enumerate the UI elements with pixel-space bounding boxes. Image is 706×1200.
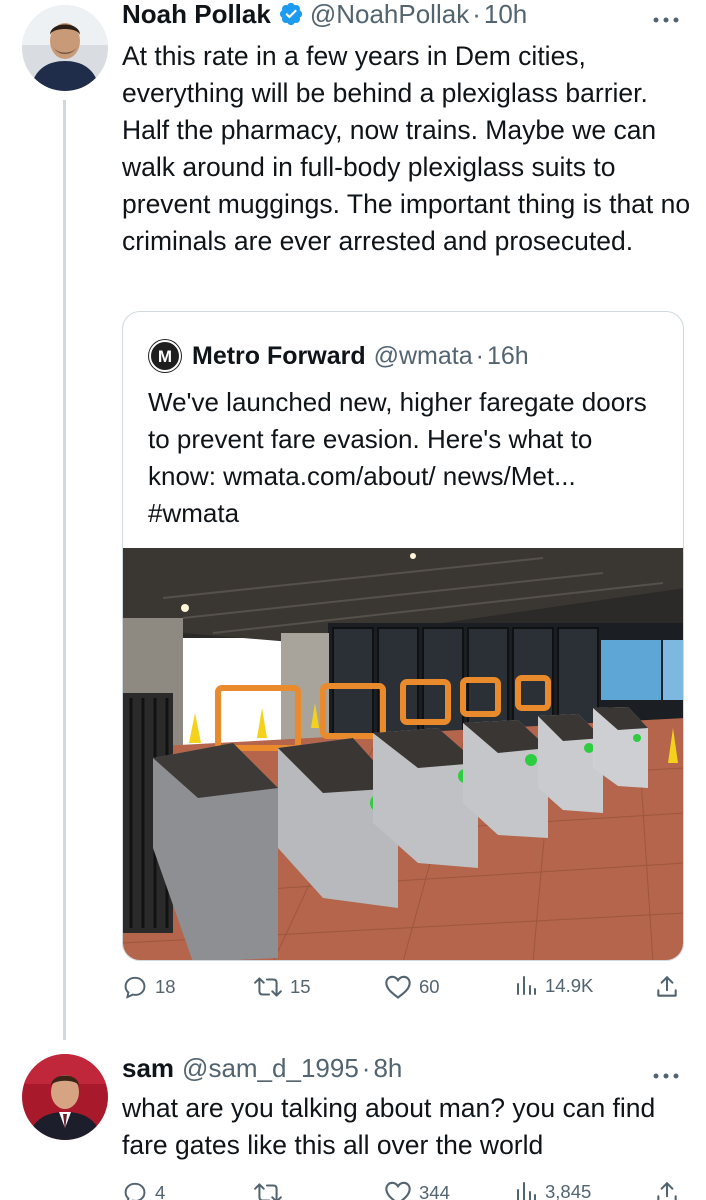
reply-icon xyxy=(124,976,146,999)
share-icon xyxy=(657,1182,677,1200)
sam-avatar[interactable] xyxy=(22,1054,108,1140)
views-count: 14.9K xyxy=(545,975,594,996)
verified-badge-icon xyxy=(278,1,304,27)
reply-share-button[interactable] xyxy=(654,1180,687,1200)
quoted-author-name: Metro Forward xyxy=(192,341,366,370)
retweet-button[interactable]: 15 xyxy=(253,974,311,1000)
quoted-tweet-timestamp: 16h xyxy=(486,341,529,370)
faregate-photo[interactable] xyxy=(123,548,684,961)
reply-like-count: 344 xyxy=(419,1182,450,1200)
more-options-icon[interactable] xyxy=(652,4,680,30)
reply-author-name[interactable]: sam xyxy=(122,1052,174,1084)
reply-more-options-icon[interactable] xyxy=(652,1060,680,1086)
author-handle[interactable]: @NoahPollak xyxy=(310,0,469,30)
thread-connector-line xyxy=(63,100,66,1040)
reply-header: sam @sam_d_1995 · 8h xyxy=(122,1052,402,1084)
reply-author-handle[interactable]: @sam_d_1995 xyxy=(182,1052,359,1084)
heart-icon xyxy=(385,975,411,999)
reply-views-count: 3,845 xyxy=(545,1181,592,1200)
tweet-body: At this rate in a few years in Dem citie… xyxy=(122,41,691,256)
like-button[interactable]: 60 xyxy=(384,974,440,1000)
reply-body: what are you talking about man? you can … xyxy=(122,1093,656,1160)
reply-views-button[interactable]: 3,845 xyxy=(514,1180,591,1200)
quoted-tweet-body: We've launched new, higher faregate door… xyxy=(148,387,647,528)
reply-button[interactable]: 18 xyxy=(122,974,176,1000)
analytics-icon xyxy=(517,1182,536,1200)
share-icon xyxy=(657,976,677,997)
reply-reply-count: 4 xyxy=(155,1182,166,1200)
quoted-author-handle: @wmata xyxy=(373,341,473,370)
retweet-icon xyxy=(254,977,282,997)
quoted-tweet-header: M Metro Forward @wmata · 16h xyxy=(149,340,529,372)
reply-retweet-button[interactable] xyxy=(253,1180,290,1200)
views-button[interactable]: 14.9K xyxy=(514,974,593,998)
reply-reply-button[interactable]: 4 xyxy=(122,1180,165,1200)
reply-icon xyxy=(124,1182,146,1200)
noah-pollak-avatar[interactable] xyxy=(22,5,108,91)
separator-dot: · xyxy=(361,1053,371,1083)
quoted-tweet-card[interactable]: M Metro Forward @wmata · 16h We've launc… xyxy=(122,311,684,961)
reply-count: 18 xyxy=(155,976,176,997)
heart-icon xyxy=(385,1181,411,1200)
reply-like-button[interactable]: 344 xyxy=(384,1180,450,1200)
separator-dot: · xyxy=(472,0,481,29)
metro-logo-icon: M xyxy=(149,340,181,372)
retweet-icon xyxy=(254,1183,282,1200)
like-count: 60 xyxy=(419,976,440,997)
analytics-icon xyxy=(517,976,536,995)
author-name[interactable]: Noah Pollak xyxy=(122,0,271,30)
separator-dot: · xyxy=(475,341,484,370)
tweet-header: Noah Pollak @NoahPollak · 10h xyxy=(122,0,527,30)
share-button[interactable] xyxy=(654,974,687,1000)
tweet-action-bar: 18 15 60 14.9K xyxy=(122,974,686,1010)
reply-timestamp[interactable]: 8h xyxy=(373,1052,402,1084)
tweet-timestamp[interactable]: 10h xyxy=(484,0,527,30)
reply-action-bar: 4 344 3,845 xyxy=(122,1180,686,1200)
retweet-count: 15 xyxy=(290,976,311,997)
